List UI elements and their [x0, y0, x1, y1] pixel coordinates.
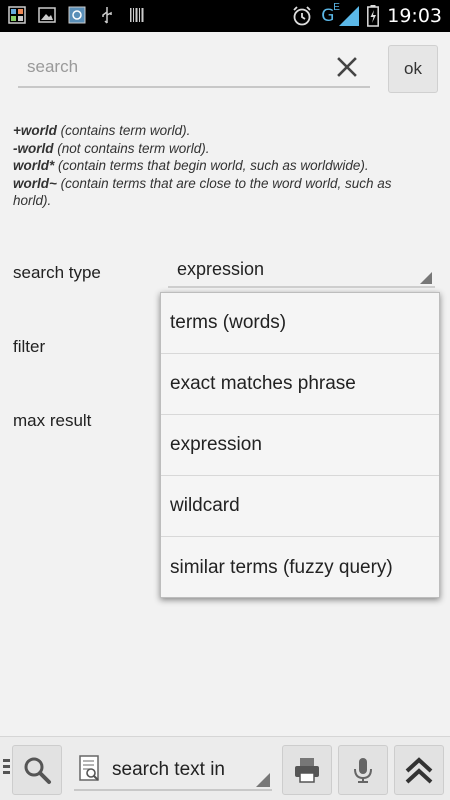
search-type-select[interactable]: expression [168, 254, 435, 288]
help-term: -world [13, 140, 54, 156]
max-result-label: max result [13, 411, 92, 430]
app-grid-icon [8, 6, 26, 24]
signal-icon: G E [321, 2, 360, 28]
battery-icon [367, 5, 380, 27]
signal-bars-icon [339, 6, 360, 26]
dropdown-option-expression[interactable]: expression [161, 415, 439, 476]
notification-icons [8, 6, 146, 24]
dropdown-arrow-icon [256, 773, 270, 787]
help-desc: (not contains term world). [53, 140, 210, 156]
voice-search-button[interactable] [338, 745, 388, 795]
print-button[interactable] [282, 745, 332, 795]
search-button[interactable] [12, 745, 62, 795]
search-type-label: search type [13, 263, 101, 282]
microphone-icon [354, 758, 372, 783]
help-line: world* (contain terms that begin world, … [13, 157, 433, 175]
search-field-wrapper [18, 48, 370, 88]
double-chevron-up-icon [405, 757, 433, 784]
dropdown-option-terms[interactable]: terms (words) [161, 293, 439, 354]
dropdown-option-exact-phrase[interactable]: exact matches phrase [161, 354, 439, 415]
dropdown-arrow-icon [420, 272, 432, 284]
clear-icon[interactable] [336, 56, 358, 78]
search-type-value: expression [177, 259, 265, 279]
ok-button[interactable]: ok [388, 45, 438, 93]
barcode-icon [130, 8, 144, 22]
search-syntax-help: +world (contains term world). -world (no… [13, 122, 433, 210]
search-input[interactable] [18, 48, 328, 86]
help-line: -world (not contains term world). [13, 140, 433, 158]
help-desc: (contain terms that begin world, such as… [54, 158, 369, 173]
scroll-to-top-button[interactable] [394, 745, 444, 795]
document-search-icon [79, 755, 99, 781]
help-desc: (contain terms that are close to the wor… [13, 175, 392, 209]
drag-handle-icon[interactable] [3, 759, 11, 779]
image-icon [38, 7, 56, 23]
printer-icon [295, 758, 319, 783]
help-line: world~ (contain terms that are close to … [13, 175, 433, 210]
dropdown-option-fuzzy[interactable]: similar terms (fuzzy query) [161, 537, 439, 598]
bottom-toolbar: search text in [0, 736, 450, 800]
search-icon [24, 757, 51, 784]
alarm-icon [293, 6, 311, 26]
system-icons: G E 19:03 [291, 2, 442, 28]
clock: 19:03 [387, 5, 442, 27]
help-term: world~ [13, 175, 57, 191]
status-bar: G E 19:03 [0, 0, 450, 32]
dropdown-option-wildcard[interactable]: wildcard [161, 476, 439, 537]
help-line: +world (contains term world). [13, 122, 433, 140]
gallery-icon [68, 6, 86, 24]
help-desc: (contains term world). [56, 123, 191, 138]
usb-icon [102, 7, 112, 24]
search-type-dropdown: terms (words) exact matches phrase expre… [160, 292, 440, 598]
help-term: world* [13, 158, 55, 173]
filter-label: filter [13, 337, 46, 356]
help-term: +world [13, 123, 57, 138]
search-text-in-select[interactable]: search text in [74, 747, 272, 791]
search-text-in-label: search text in [112, 759, 225, 780]
